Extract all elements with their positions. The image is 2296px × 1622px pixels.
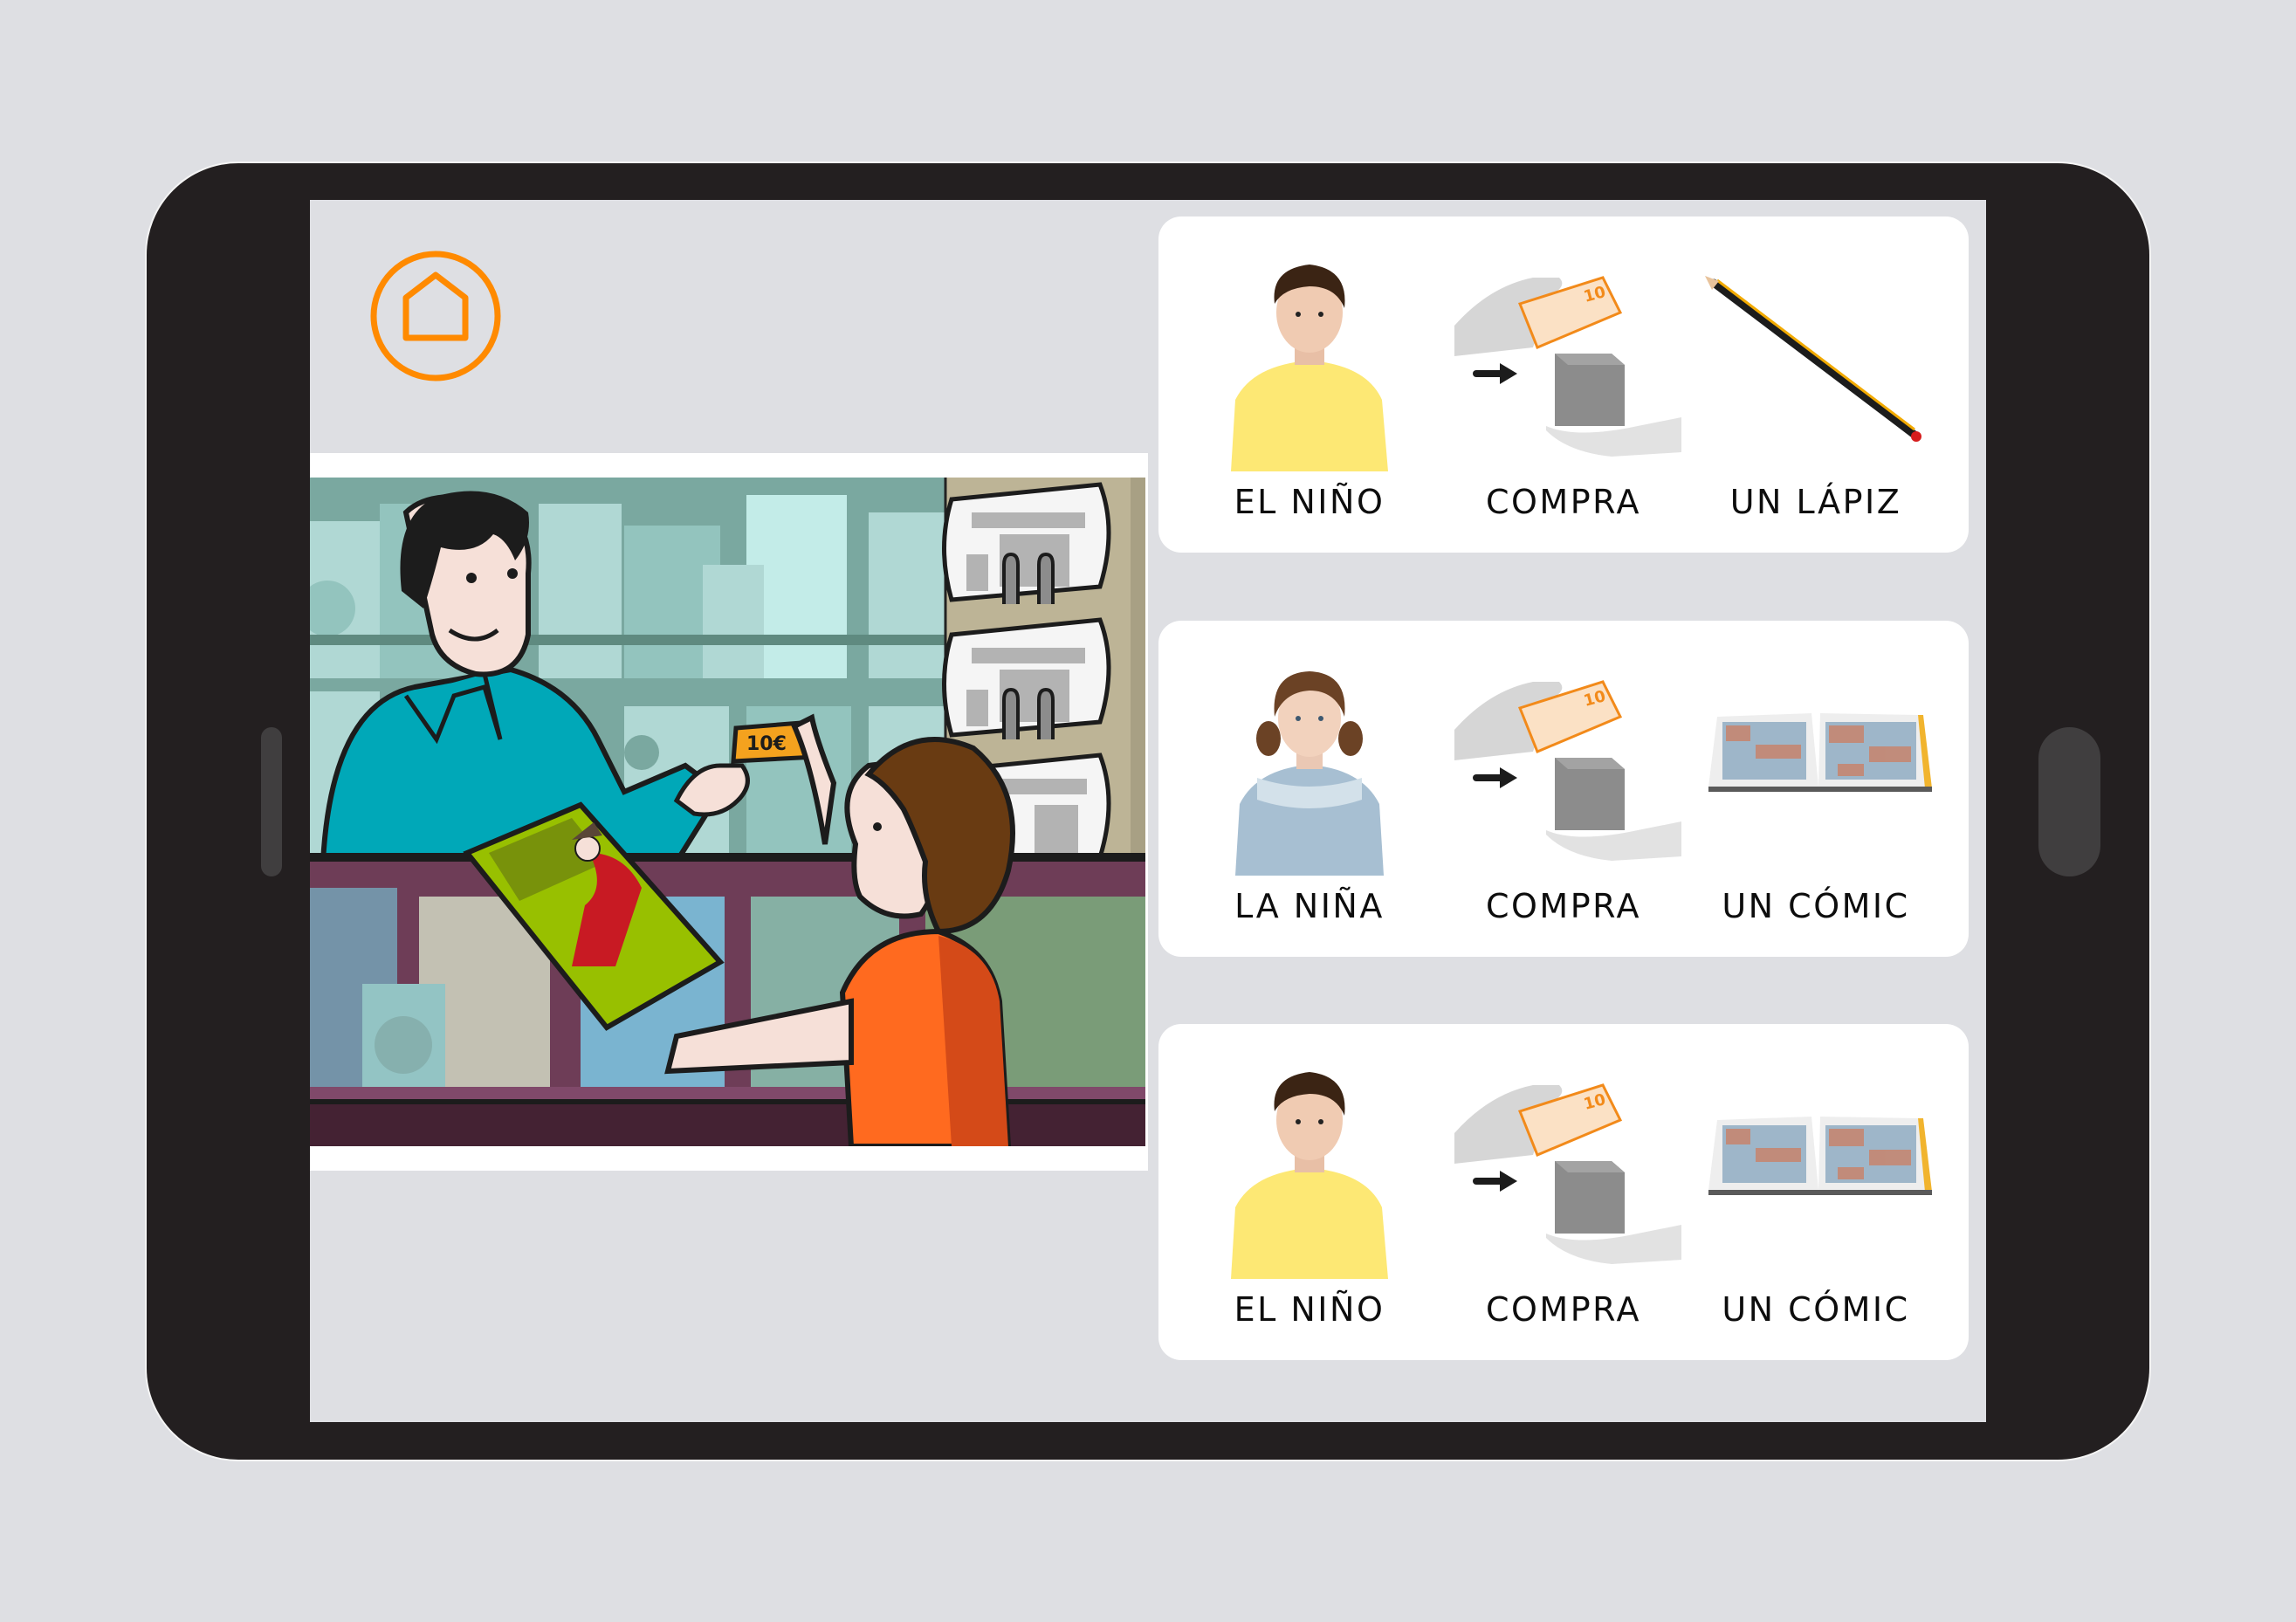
pencil-photo — [1689, 251, 1942, 471]
word-verb: 10 COMPRA — [1437, 216, 1690, 553]
tablet-camera-slot — [261, 727, 282, 876]
word-label: EL NIÑO — [1234, 1290, 1385, 1329]
sentence-card-1[interactable]: EL NIÑO 10 COMPRA UN LÁPIZ — [1158, 216, 1969, 553]
buy-pictogram: 10 — [1437, 1059, 1690, 1279]
word-label: UN CÓMIC — [1722, 1290, 1910, 1329]
tablet-home-hardware-button[interactable] — [2038, 727, 2100, 876]
word-label: COMPRA — [1485, 887, 1641, 925]
word-verb: 10 COMPRA — [1437, 621, 1690, 957]
word-subject: EL NIÑO — [1183, 216, 1436, 553]
home-button[interactable] — [370, 251, 501, 381]
boy-photo — [1183, 251, 1436, 471]
word-subject: LA NIÑA — [1183, 621, 1436, 957]
app-screen: 10€ EL NIÑO 10 COMPRA UN LÁPIZ LA NIÑA 1… — [310, 200, 1986, 1422]
banknote-label: 10€ — [746, 733, 787, 755]
word-object: UN CÓMIC — [1689, 621, 1942, 957]
girl-photo — [1183, 656, 1436, 876]
scene-illustration: 10€ — [310, 453, 1148, 1171]
sentence-card-2[interactable]: LA NIÑA 10 COMPRA UN CÓMIC — [1158, 621, 1969, 957]
word-subject: EL NIÑO — [1183, 1024, 1436, 1360]
word-label: EL NIÑO — [1234, 483, 1385, 521]
newsstand-scene: 10€ — [310, 478, 1145, 1146]
word-object: UN LÁPIZ — [1689, 216, 1942, 553]
boy-photo — [1183, 1059, 1436, 1279]
sentence-card-3[interactable]: EL NIÑO 10 COMPRA UN CÓMIC — [1158, 1024, 1969, 1360]
word-label: LA NIÑA — [1234, 887, 1385, 925]
word-label: UN LÁPIZ — [1729, 483, 1902, 521]
word-label: COMPRA — [1485, 483, 1641, 521]
buy-pictogram: 10 — [1437, 251, 1690, 471]
buy-pictogram: 10 — [1437, 656, 1690, 876]
home-icon — [370, 251, 501, 381]
word-label: COMPRA — [1485, 1290, 1641, 1329]
comic-photo — [1689, 656, 1942, 876]
word-verb: 10 COMPRA — [1437, 1024, 1690, 1360]
comic-photo — [1689, 1059, 1942, 1279]
word-label: UN CÓMIC — [1722, 887, 1910, 925]
word-object: UN CÓMIC — [1689, 1024, 1942, 1360]
